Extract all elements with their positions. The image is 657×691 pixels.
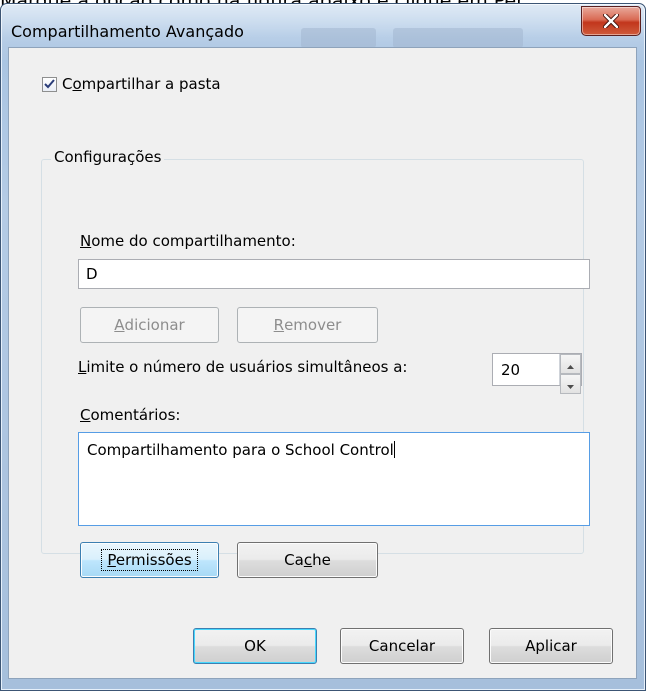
cache-button[interactable]: Cache xyxy=(237,542,378,578)
comments-textarea[interactable]: Compartilhamento para o School Control xyxy=(78,432,590,526)
close-icon xyxy=(603,14,619,28)
close-button[interactable] xyxy=(581,6,641,36)
background-tab xyxy=(301,28,376,48)
apply-button[interactable]: Aplicar xyxy=(489,628,613,664)
text-caret xyxy=(394,441,395,458)
user-limit-spinner[interactable]: 20 xyxy=(492,353,582,386)
share-folder-checkbox[interactable] xyxy=(42,77,57,92)
comments-label: Comentários: xyxy=(80,406,180,424)
ok-button[interactable]: OK xyxy=(193,628,317,664)
chevron-down-icon xyxy=(567,375,574,393)
comments-text: Compartilhamento para o School Control xyxy=(87,441,394,459)
share-name-input[interactable]: D xyxy=(78,259,590,289)
user-limit-value[interactable]: 20 xyxy=(493,354,559,385)
spinner-up-button[interactable] xyxy=(560,354,581,374)
window-title: Compartilhamento Avançado xyxy=(11,22,244,41)
spinner-buttons xyxy=(559,354,581,385)
remove-button[interactable]: Remover xyxy=(237,307,378,343)
chevron-up-icon xyxy=(567,355,574,373)
user-limit-label: Limite o número de usuários simultâneos … xyxy=(78,358,407,376)
background-tab xyxy=(393,28,523,48)
focus-indicator: Permissões xyxy=(101,549,197,571)
cancel-button[interactable]: Cancelar xyxy=(340,628,464,664)
share-name-label: Nome do compartilhamento: xyxy=(80,232,296,250)
add-button[interactable]: Adicionar xyxy=(80,307,219,343)
permissions-button[interactable]: Permissões xyxy=(80,542,219,578)
settings-group-label: Configurações xyxy=(51,148,164,166)
share-folder-option[interactable]: Compartilhar a pasta xyxy=(42,75,221,93)
checkmark-icon xyxy=(44,75,55,93)
spinner-down-button[interactable] xyxy=(560,374,581,394)
share-folder-label: Compartilhar a pasta xyxy=(62,75,221,93)
